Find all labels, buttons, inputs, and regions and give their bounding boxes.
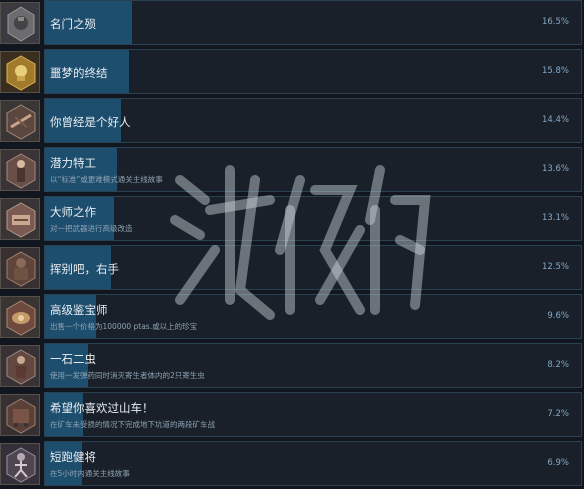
achievement-percent: 13.1% [541, 213, 569, 223]
achievement-name: 大师之作 [50, 205, 96, 219]
achievement-progress: 潜力特工 以“标准”或更难模式通关主线故事 13.6% [44, 147, 582, 192]
crossbow-icon [0, 100, 40, 142]
achievement-percent: 8.2% [547, 360, 569, 370]
achievement-description: 出售一个价格为100000 ptas.或以上的珍宝 [50, 322, 198, 331]
achievement-percent: 12.5% [541, 262, 569, 272]
achievement-name: 名门之殒 [50, 17, 96, 31]
achievement-percent: 7.2% [547, 409, 569, 419]
agent-icon [0, 149, 40, 191]
achievement-description: 在矿车未受损的情况下完成地下坑道的两段矿车战 [50, 420, 215, 429]
parasite-icon [0, 345, 40, 387]
treasure-icon [0, 296, 40, 338]
achievement-description: 对一把武器进行高级改造 [50, 224, 133, 233]
achievement-percent: 16.5% [541, 17, 569, 27]
achievement-row-1[interactable]: 噩梦的终结 15.8% [0, 49, 584, 95]
achievement-row-8[interactable]: 希望你喜欢过山车！ 在矿车未受损的情况下完成地下坑道的两段矿车战 7.2% [0, 392, 584, 438]
achievement-name: 一石二虫 [50, 352, 96, 366]
achievement-progress: 高级鉴宝师 出售一个价格为100000 ptas.或以上的珍宝 9.6% [44, 294, 582, 339]
achievement-progress: 噩梦的终结 15.8% [44, 49, 582, 94]
achievement-progress: 挥别吧，右手 12.5% [44, 245, 582, 290]
achievement-percent: 6.9% [547, 458, 569, 468]
achievement-row-7[interactable]: 一石二虫 使用一发弹药同时消灭寄生者体内的2只寄生虫 8.2% [0, 343, 584, 389]
achievement-row-9[interactable]: 短跑健将 在5小时内通关主线故事 6.9% [0, 441, 584, 487]
achievement-percent: 14.4% [541, 115, 569, 125]
giant-icon [0, 247, 40, 289]
weapon-case-icon [0, 198, 40, 240]
achievement-progress: 一石二虫 使用一发弹药同时消灭寄生者体内的2只寄生虫 8.2% [44, 343, 582, 388]
achievement-row-4[interactable]: 大师之作 对一把武器进行高级改造 13.1% [0, 196, 584, 242]
armored-knight-icon [0, 2, 40, 44]
achievement-row-3[interactable]: 潜力特工 以“标准”或更难模式通关主线故事 13.6% [0, 147, 584, 193]
achievement-progress: 短跑健将 在5小时内通关主线故事 6.9% [44, 441, 582, 486]
achievement-description: 在5小时内通关主线故事 [50, 469, 130, 478]
achievement-name: 噩梦的终结 [50, 66, 108, 80]
achievement-name: 挥别吧，右手 [50, 262, 119, 276]
achievement-progress: 大师之作 对一把武器进行高级改造 13.1% [44, 196, 582, 241]
sprinter-icon [0, 443, 40, 485]
achievement-name: 你曾经是个好人 [50, 115, 131, 129]
achievement-name: 高级鉴宝师 [50, 303, 108, 317]
achievement-progress: 名门之殒 16.5% [44, 0, 582, 45]
golden-skull-icon [0, 51, 40, 93]
achievement-percent: 9.6% [547, 311, 569, 321]
mine-cart-icon [0, 394, 40, 436]
achievement-progress: 你曾经是个好人 14.4% [44, 98, 582, 143]
achievement-row-6[interactable]: 高级鉴宝师 出售一个价格为100000 ptas.或以上的珍宝 9.6% [0, 294, 584, 340]
achievement-progress: 希望你喜欢过山车！ 在矿车未受损的情况下完成地下坑道的两段矿车战 7.2% [44, 392, 582, 437]
achievement-row-0[interactable]: 名门之殒 16.5% [0, 0, 584, 46]
achievement-name: 潜力特工 [50, 156, 96, 170]
achievement-description: 使用一发弹药同时消灭寄生者体内的2只寄生虫 [50, 371, 205, 380]
achievement-row-5[interactable]: 挥别吧，右手 12.5% [0, 245, 584, 291]
achievement-name: 短跑健将 [50, 450, 96, 464]
achievement-row-2[interactable]: 你曾经是个好人 14.4% [0, 98, 584, 144]
achievement-percent: 13.6% [541, 164, 569, 174]
achievement-percent: 15.8% [541, 66, 569, 76]
achievement-description: 以“标准”或更难模式通关主线故事 [50, 175, 163, 184]
achievement-name: 希望你喜欢过山车！ [50, 401, 154, 415]
